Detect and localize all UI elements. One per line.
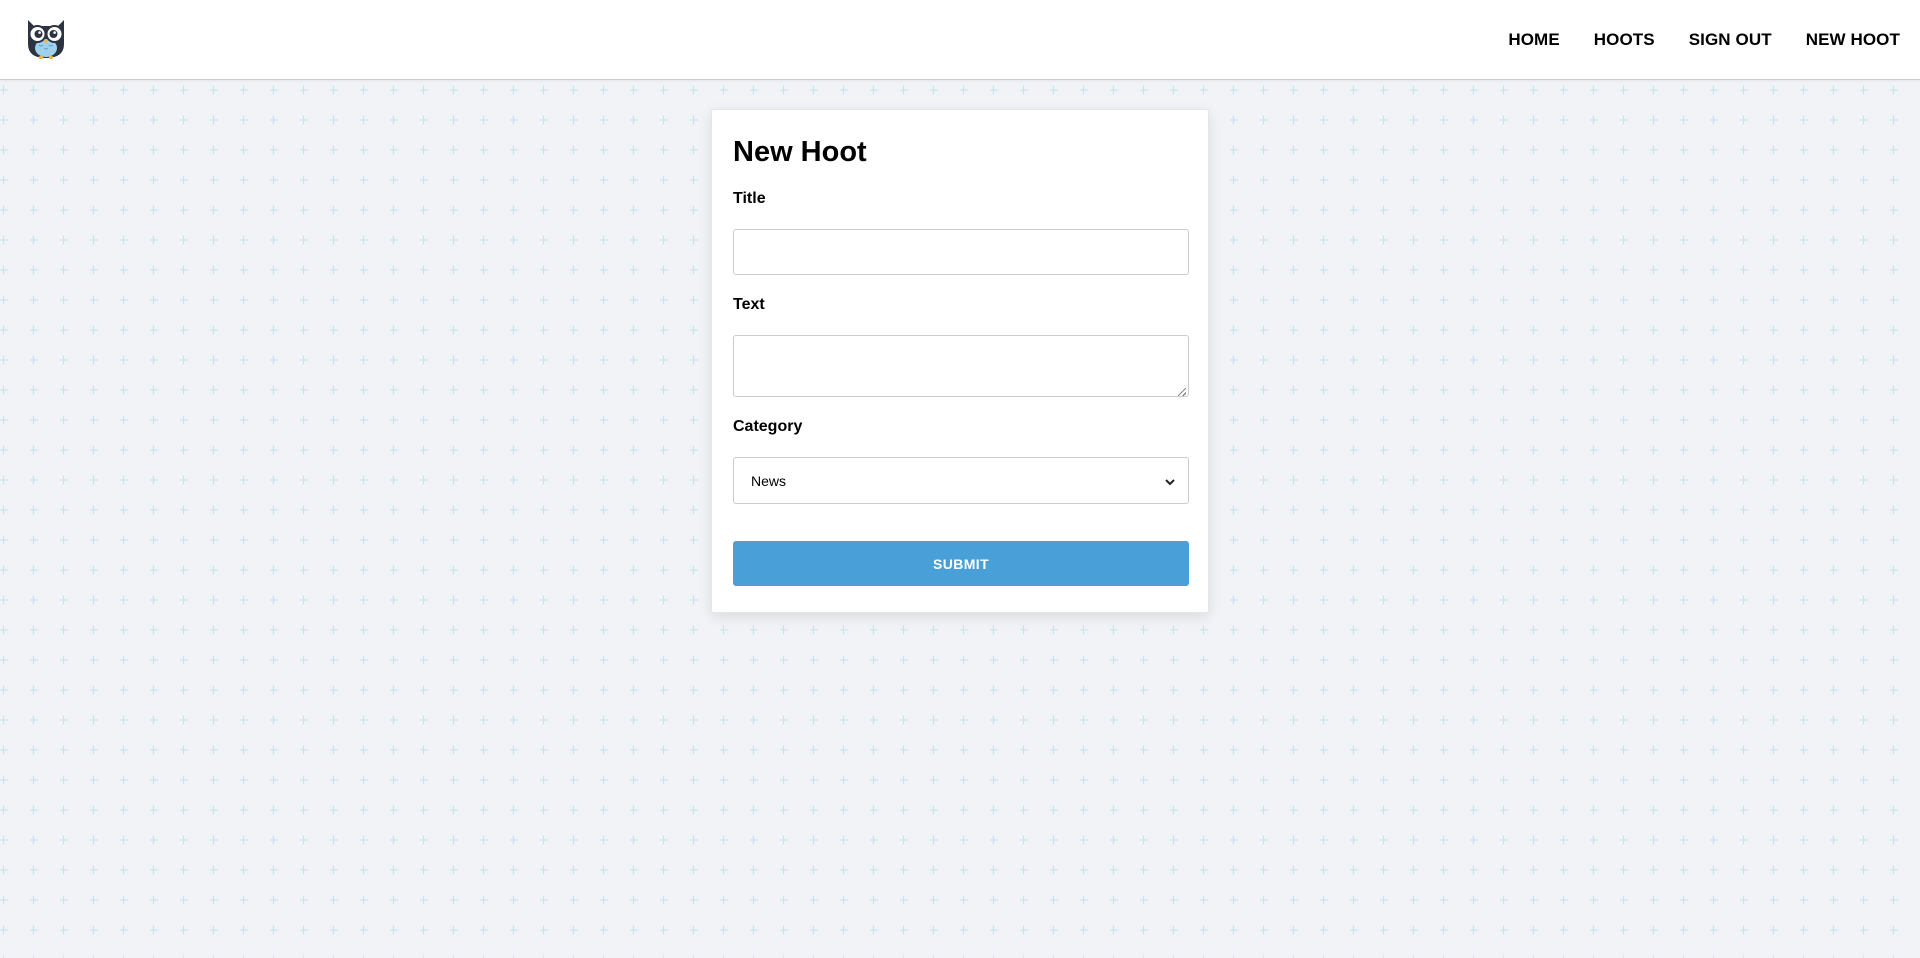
top-navbar: HOME HOOTS SIGN OUT NEW HOOT [0,0,1920,80]
chevron-down-icon [1164,475,1176,487]
new-hoot-form-card: New Hoot Title Text Category News SUBMIT [711,109,1209,613]
nav-hoots-link[interactable]: HOOTS [1594,30,1655,50]
main-nav: HOME HOOTS SIGN OUT NEW HOOT [1474,0,1900,79]
category-label: Category [733,418,803,435]
submit-button[interactable]: SUBMIT [733,541,1189,586]
category-select[interactable]: News [733,457,1189,504]
title-label: Title [733,190,766,207]
category-selected-value: News [751,472,787,489]
title-input[interactable] [733,229,1189,275]
text-label: Text [733,296,765,313]
nav-home-link[interactable]: HOME [1508,30,1559,50]
text-textarea[interactable] [733,335,1189,397]
nav-sign-out-link[interactable]: SIGN OUT [1689,30,1772,50]
owl-logo-icon[interactable] [22,14,70,60]
page-title: New Hoot [733,136,867,168]
nav-new-hoot-link[interactable]: NEW HOOT [1806,30,1900,50]
resize-handle-icon[interactable] [1178,388,1186,396]
